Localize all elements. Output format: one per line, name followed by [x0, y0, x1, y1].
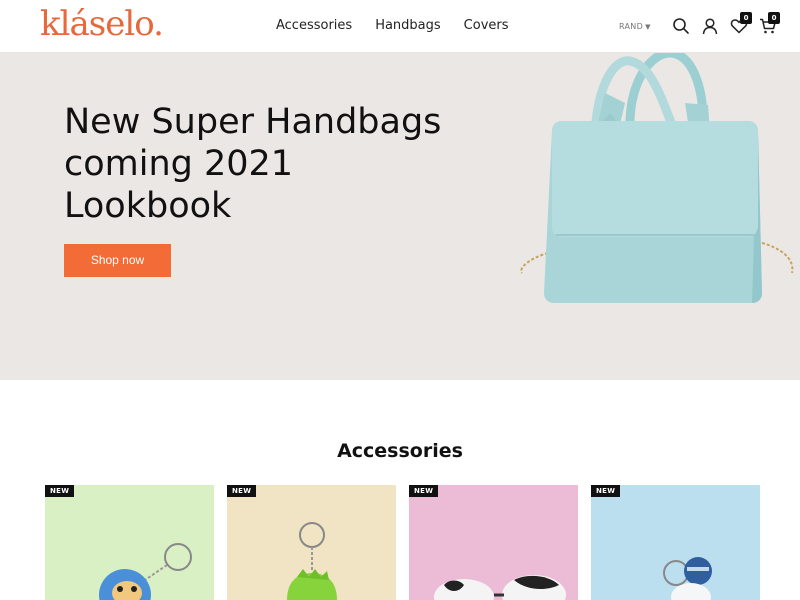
new-badge: NEW	[591, 485, 621, 497]
new-badge: NEW	[45, 485, 75, 497]
nav-covers[interactable]: Covers	[464, 18, 509, 33]
product-card[interactable]: NEW	[45, 485, 214, 600]
new-badge: NEW	[227, 485, 257, 497]
nav-accessories[interactable]: Accessories	[276, 18, 352, 33]
monkey-keychain-image	[99, 543, 192, 600]
handbag-image[interactable]	[510, 53, 800, 380]
section-title: Accessories	[337, 440, 463, 462]
cow-keychain-image	[434, 575, 566, 600]
new-badge: NEW	[409, 485, 439, 497]
cart-count-badge: 0	[768, 12, 780, 24]
search-icon[interactable]	[672, 17, 690, 35]
main-nav: Accessories Handbags Covers	[276, 18, 532, 33]
hero-title: New Super Handbags coming 2021 Lookbook	[64, 102, 442, 226]
caret-down-icon: ▼	[645, 23, 651, 31]
currency-label: RAND	[619, 22, 644, 31]
user-icon[interactable]	[701, 17, 719, 35]
wishlist-count-badge: 0	[740, 12, 752, 24]
product-card[interactable]: NEW	[409, 485, 578, 600]
hero-banner: New Super Handbags coming 2021 Lookbook …	[0, 53, 800, 380]
nav-handbags[interactable]: Handbags	[375, 18, 440, 33]
logo[interactable]: kláselo.	[40, 4, 164, 44]
product-card[interactable]: NEW	[591, 485, 760, 600]
astronaut-keychain-image	[663, 557, 712, 600]
currency-selector[interactable]: RAND ▼	[619, 22, 651, 31]
dinosaur-keychain-image	[287, 522, 337, 600]
product-card[interactable]: NEW	[227, 485, 396, 600]
shop-now-button[interactable]: Shop now	[64, 244, 171, 277]
site-header: kláselo. Accessories Handbags Covers RAN…	[0, 0, 800, 53]
